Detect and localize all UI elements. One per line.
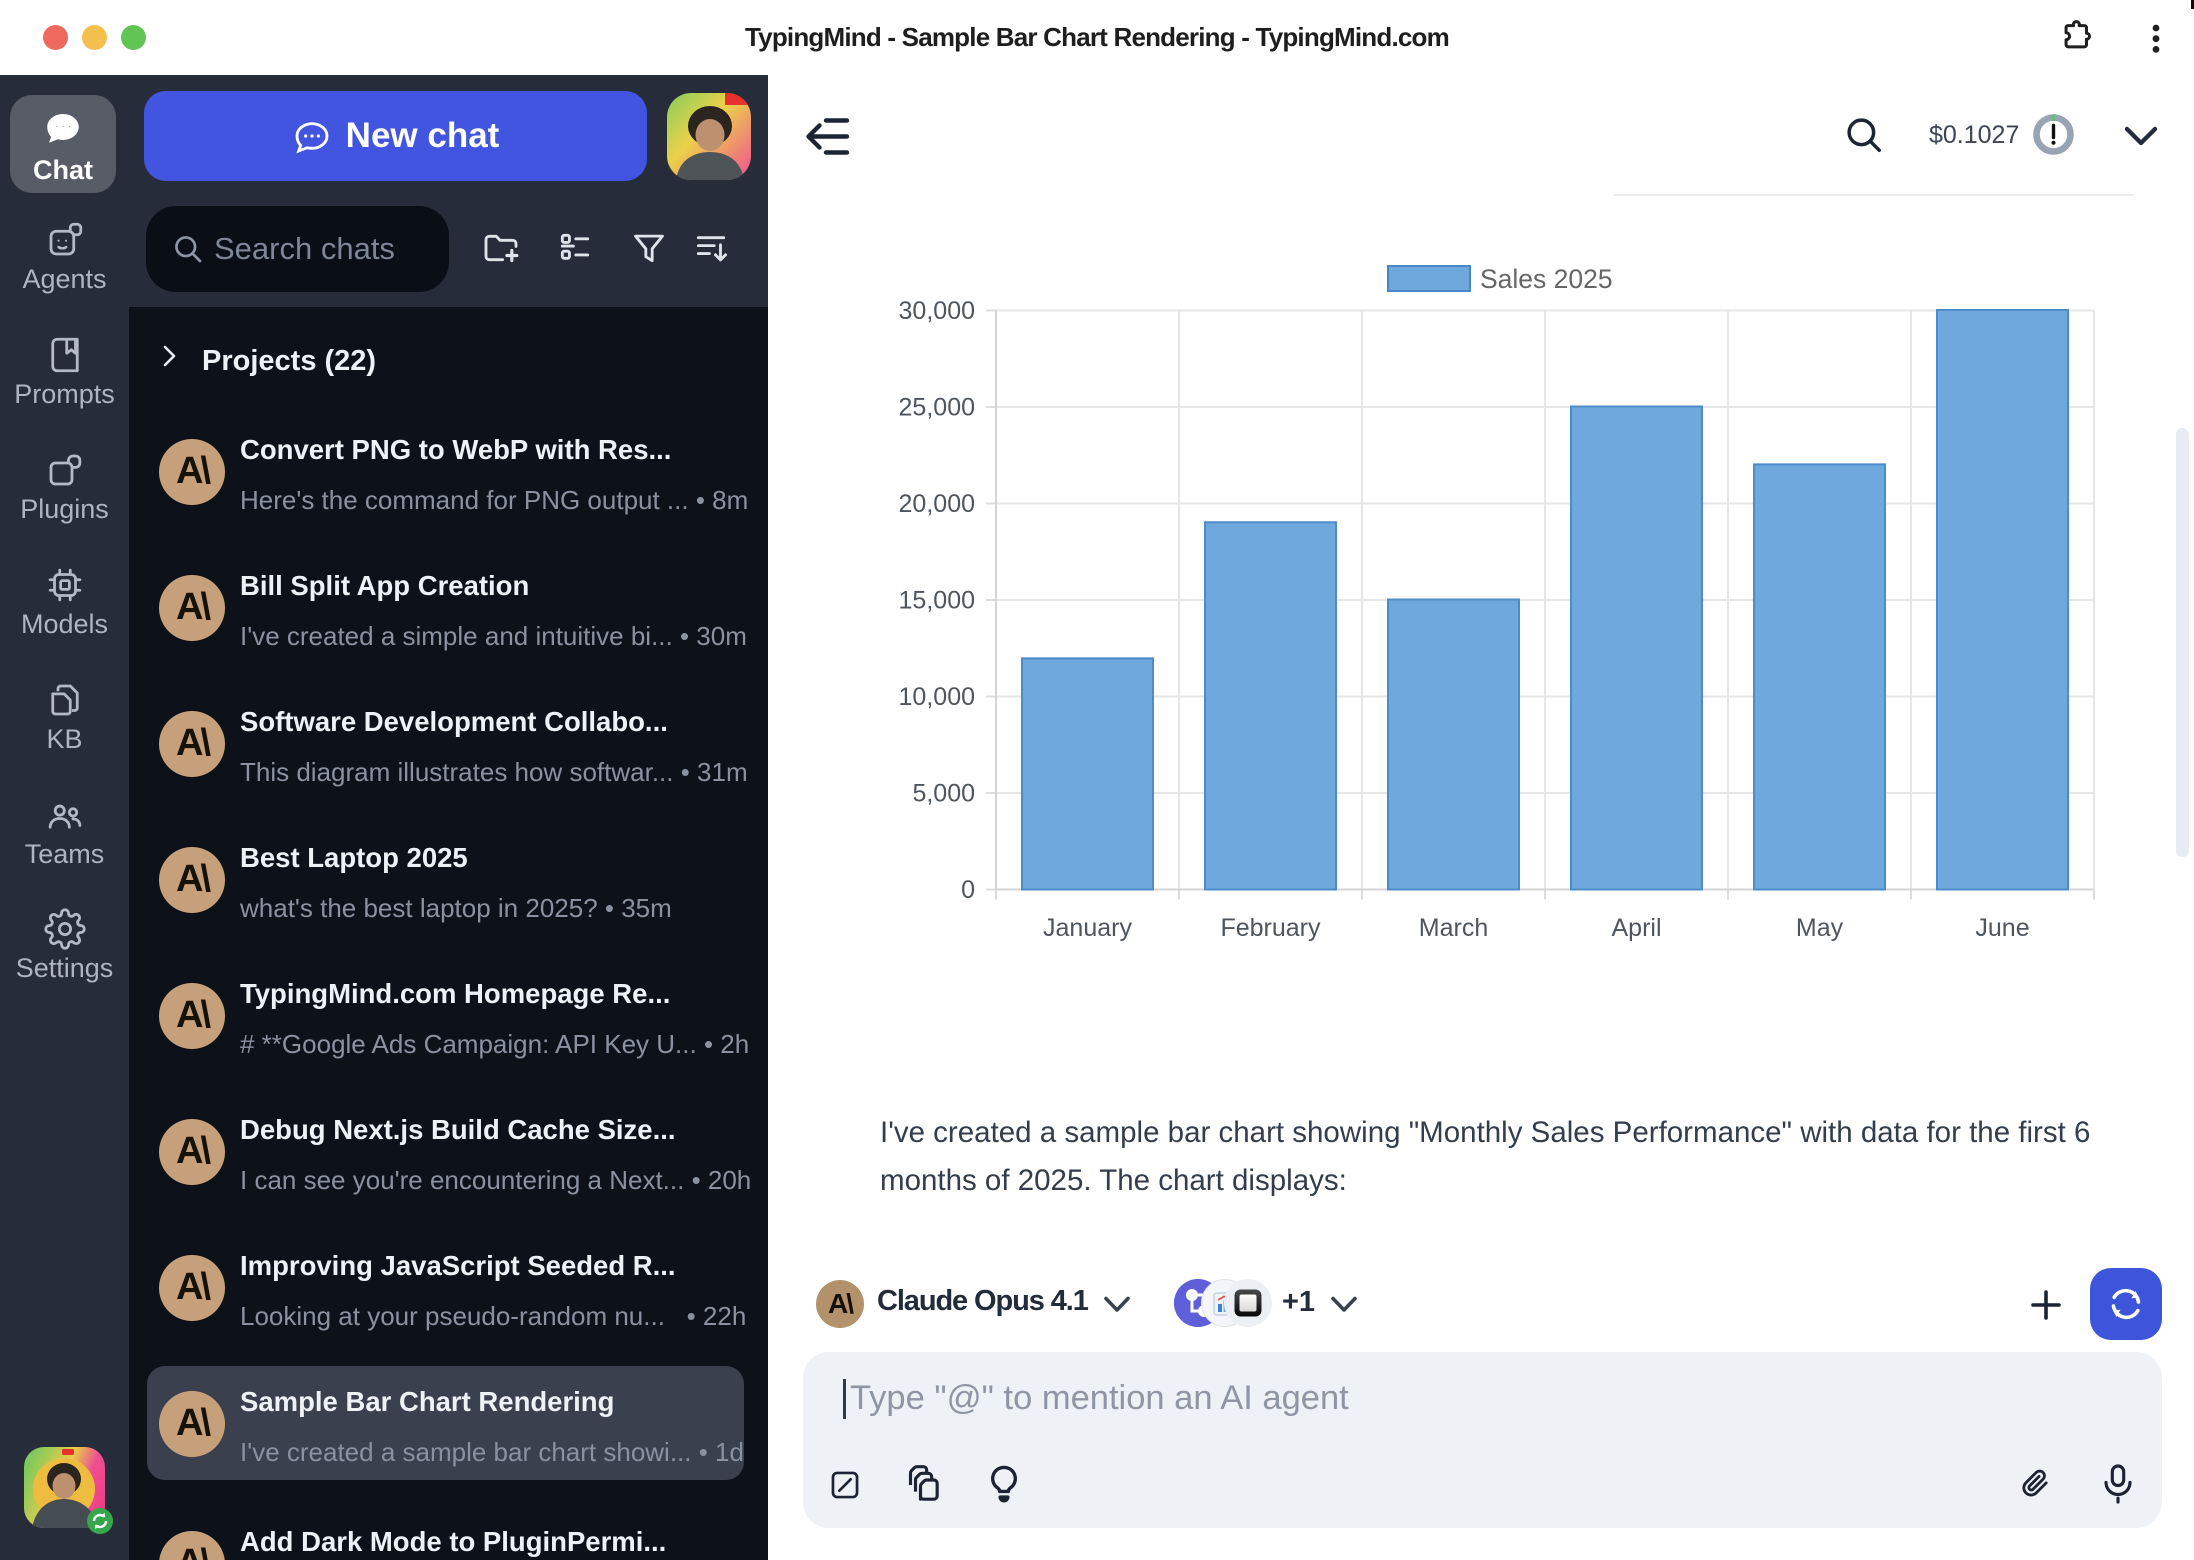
svg-text:February: February bbox=[1220, 914, 1321, 942]
svg-text:May: May bbox=[1796, 914, 1844, 942]
svg-text:Sales 2025: Sales 2025 bbox=[1480, 264, 1613, 294]
svg-text:25,000: 25,000 bbox=[899, 394, 975, 422]
svg-text:0: 0 bbox=[961, 876, 975, 904]
svg-text:June: June bbox=[1975, 914, 2029, 942]
svg-text:10,000: 10,000 bbox=[899, 683, 975, 711]
svg-text:March: March bbox=[1419, 914, 1488, 942]
svg-text:January: January bbox=[1043, 914, 1132, 942]
svg-text:15,000: 15,000 bbox=[899, 587, 975, 615]
svg-text:20,000: 20,000 bbox=[899, 490, 975, 518]
svg-text:5,000: 5,000 bbox=[912, 780, 975, 808]
svg-text:30,000: 30,000 bbox=[899, 297, 975, 325]
svg-text:April: April bbox=[1611, 914, 1661, 942]
